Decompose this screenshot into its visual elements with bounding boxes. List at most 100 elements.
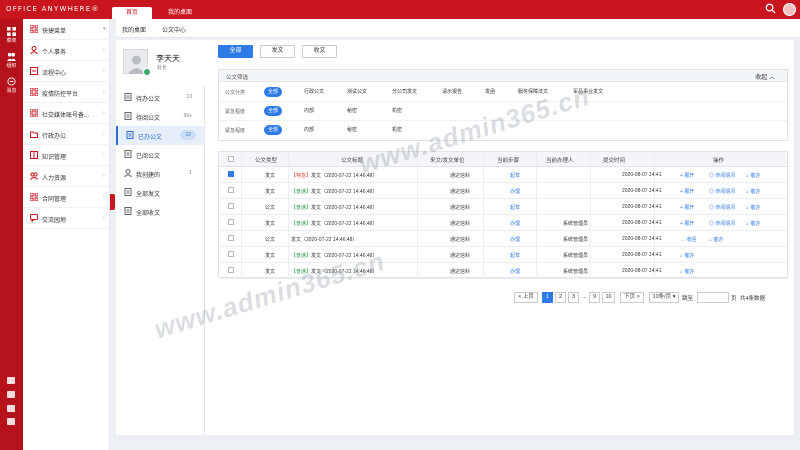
rail-item-org[interactable]: 组织 xyxy=(0,52,23,69)
filter-option[interactable]: 全部 xyxy=(264,125,283,135)
doc-title-cell[interactable]: 【普通】发文（2020-07-22 14:46:48） xyxy=(291,268,377,275)
row-action-link[interactable]: ◎ 传阅情况 xyxy=(709,172,735,179)
table-row[interactable]: 发文 【普通】发文（2020-07-22 14:46:48） 通达信科 办理 2020-… xyxy=(219,183,787,199)
search-icon[interactable] xyxy=(765,3,776,14)
select-all-checkbox[interactable] xyxy=(228,156,234,162)
menu-collapse-handle[interactable] xyxy=(110,194,115,210)
doc-title-cell[interactable]: 【普通】发文（2020-07-22 14:46:48） xyxy=(291,204,377,211)
row-checkbox[interactable] xyxy=(228,187,234,193)
row-action-link[interactable]: + 展开 xyxy=(680,172,694,179)
current-step-link[interactable]: 起草 xyxy=(510,204,520,211)
page-button[interactable]: 2 xyxy=(555,292,566,303)
nav-item-all-incoming[interactable]: 全部收文 xyxy=(116,202,205,221)
shirt-icon[interactable] xyxy=(7,418,15,425)
top-tab-my-desktop[interactable]: 我的桌面 xyxy=(160,7,200,19)
row-action-link[interactable]: + 展开 xyxy=(680,220,694,227)
filter-option[interactable]: 内部 xyxy=(304,106,314,116)
rail-item-menu[interactable]: 菜单 xyxy=(0,27,23,44)
table-row[interactable]: 发文 【普通】发文（2020-07-22 14:46:48） 通达信科 办理 系统管理员… xyxy=(219,263,787,279)
nav-item-todo[interactable]: 待办公文 13 xyxy=(116,88,205,107)
doc-title-cell[interactable]: 【普通】发文（2020-07-22 14:46:48） xyxy=(291,188,377,195)
row-action-link[interactable]: + 展开 xyxy=(680,204,694,211)
row-action-link[interactable]: ⌂ 催办 xyxy=(680,252,694,259)
row-action-link[interactable]: + 展开 xyxy=(680,188,694,195)
menu-item-admin-office[interactable]: 行政办公 › xyxy=(23,124,110,145)
filter-option[interactable]: 请示报告 xyxy=(442,87,462,97)
menu-item-personal[interactable]: 个人事务 › xyxy=(23,40,110,61)
row-action-link[interactable]: ⌂ 催办 xyxy=(709,236,723,243)
row-action-link[interactable]: ◎ 传阅情况 xyxy=(709,188,735,195)
type-outgoing-button[interactable]: 发文 xyxy=(260,45,295,58)
table-row[interactable]: 发文 【普通】发文（2020-07-22 14:46:48） 通达信科 办理 系统管理员… xyxy=(219,215,787,231)
rail-item-messages[interactable]: 消息 xyxy=(0,77,23,94)
row-checkbox[interactable] xyxy=(228,267,234,273)
filter-option[interactable]: 秘密 xyxy=(347,125,357,135)
top-tab-home[interactable]: 首页 xyxy=(112,7,152,19)
sub-tab-my-desktop[interactable]: 我的桌面 xyxy=(122,25,146,34)
menu-item-contract[interactable]: 合同管理 › xyxy=(23,187,110,208)
prev-page-button[interactable]: < 上页 xyxy=(514,292,538,303)
nav-item-done[interactable]: 已办公文 12 xyxy=(116,126,205,145)
nav-item-to-read[interactable]: 待阅公文 99+ xyxy=(116,107,205,126)
filter-option[interactable]: 军品事业发文 xyxy=(573,87,603,97)
current-step-link[interactable]: 办理 xyxy=(510,268,520,275)
row-checkbox[interactable] xyxy=(228,251,234,257)
row-checkbox[interactable] xyxy=(228,171,234,177)
row-action-link[interactable]: ⌂ 催办 xyxy=(746,172,760,179)
filter-option[interactable]: 内部 xyxy=(304,125,314,135)
sub-tab-document-center[interactable]: 公文中心 xyxy=(162,25,186,34)
filter-option[interactable]: 行政公文 xyxy=(304,87,324,97)
row-action-link[interactable]: ◎ 传阅情况 xyxy=(709,220,735,227)
filter-option[interactable]: 全部 xyxy=(264,106,283,116)
filter-option[interactable]: 分公司发文 xyxy=(392,87,417,97)
menu-item-social-media[interactable]: 社交媒体账号备... › xyxy=(23,103,110,124)
page-button[interactable]: 10 xyxy=(602,292,615,303)
row-action-link[interactable]: ⌂ 催办 xyxy=(680,268,694,275)
table-row[interactable]: 公文 【普通】发文（2020-07-22 14:46:48） 通达信科 起草 2020-… xyxy=(219,199,787,215)
table-row[interactable]: 公文 发文（2020-07-22 14:46:48） 通达信科 办理 系统管理员 2020… xyxy=(219,231,787,247)
row-checkbox[interactable] xyxy=(228,219,234,225)
user-avatar[interactable] xyxy=(783,3,796,16)
filter-option[interactable]: 发函 xyxy=(485,87,495,97)
doc-title-cell[interactable]: 【特急】发文（2020-07-22 14:46:48） xyxy=(291,172,377,179)
table-row[interactable]: 发文 【普通】发文（2020-07-22 14:46:48） 通达信科 起草 系统管理员… xyxy=(219,247,787,263)
filter-option[interactable]: 全部 xyxy=(264,87,283,97)
row-action-link[interactable]: ← 收回 xyxy=(680,236,696,243)
page-size-select[interactable]: 10条/页 ▾ xyxy=(649,292,679,303)
filter-option[interactable]: 机密 xyxy=(392,106,402,116)
nav-item-created-by-me[interactable]: 我创建的 1 xyxy=(116,164,205,183)
row-action-link[interactable]: ⌂ 催办 xyxy=(746,220,760,227)
menu-item-flow[interactable]: 流程中心 › xyxy=(23,61,110,82)
current-step-link[interactable]: 办理 xyxy=(510,236,520,243)
download-icon[interactable] xyxy=(7,405,15,412)
monitor-icon[interactable] xyxy=(7,377,15,384)
type-incoming-button[interactable]: 收文 xyxy=(302,45,337,58)
current-step-link[interactable]: 起草 xyxy=(510,172,520,179)
calendar-icon[interactable] xyxy=(7,391,15,398)
row-action-link[interactable]: ⌂ 催办 xyxy=(746,204,760,211)
nav-item-read[interactable]: 已阅公文 xyxy=(116,145,205,164)
doc-title-cell[interactable]: 【普通】发文（2020-07-22 14:46:48） xyxy=(291,220,377,227)
filter-option[interactable]: 机密 xyxy=(392,125,402,135)
menu-item-community[interactable]: 交流园地 › xyxy=(23,208,110,229)
row-action-link[interactable]: ⌂ 催办 xyxy=(746,188,760,195)
current-step-link[interactable]: 起草 xyxy=(510,252,520,259)
page-button[interactable]: 1 xyxy=(542,292,553,303)
menu-item-hr[interactable]: 人力资源 › xyxy=(23,166,110,187)
filter-option[interactable]: 秘密 xyxy=(347,106,357,116)
nav-item-all-outgoing[interactable]: 全部发文 xyxy=(116,183,205,202)
type-all-button[interactable]: 全部 xyxy=(218,45,253,58)
row-checkbox[interactable] xyxy=(228,235,234,241)
jump-page-input[interactable] xyxy=(697,292,729,303)
page-button[interactable]: 3 xyxy=(568,292,579,303)
row-checkbox[interactable] xyxy=(228,203,234,209)
current-step-link[interactable]: 办理 xyxy=(510,220,520,227)
menu-item-shortcuts[interactable]: 快捷菜单 ▾ xyxy=(23,19,110,40)
doc-title-cell[interactable]: 【普通】发文（2020-07-22 14:46:48） xyxy=(291,252,377,259)
doc-title-cell[interactable]: 发文（2020-07-22 14:46:48） xyxy=(291,236,357,243)
current-step-link[interactable]: 办理 xyxy=(510,188,520,195)
row-action-link[interactable]: ◎ 传阅情况 xyxy=(709,204,735,211)
page-button[interactable]: 9 xyxy=(589,292,600,303)
next-page-button[interactable]: 下页 > xyxy=(620,292,644,303)
filter-option[interactable]: 服务保障法文 xyxy=(518,87,548,97)
